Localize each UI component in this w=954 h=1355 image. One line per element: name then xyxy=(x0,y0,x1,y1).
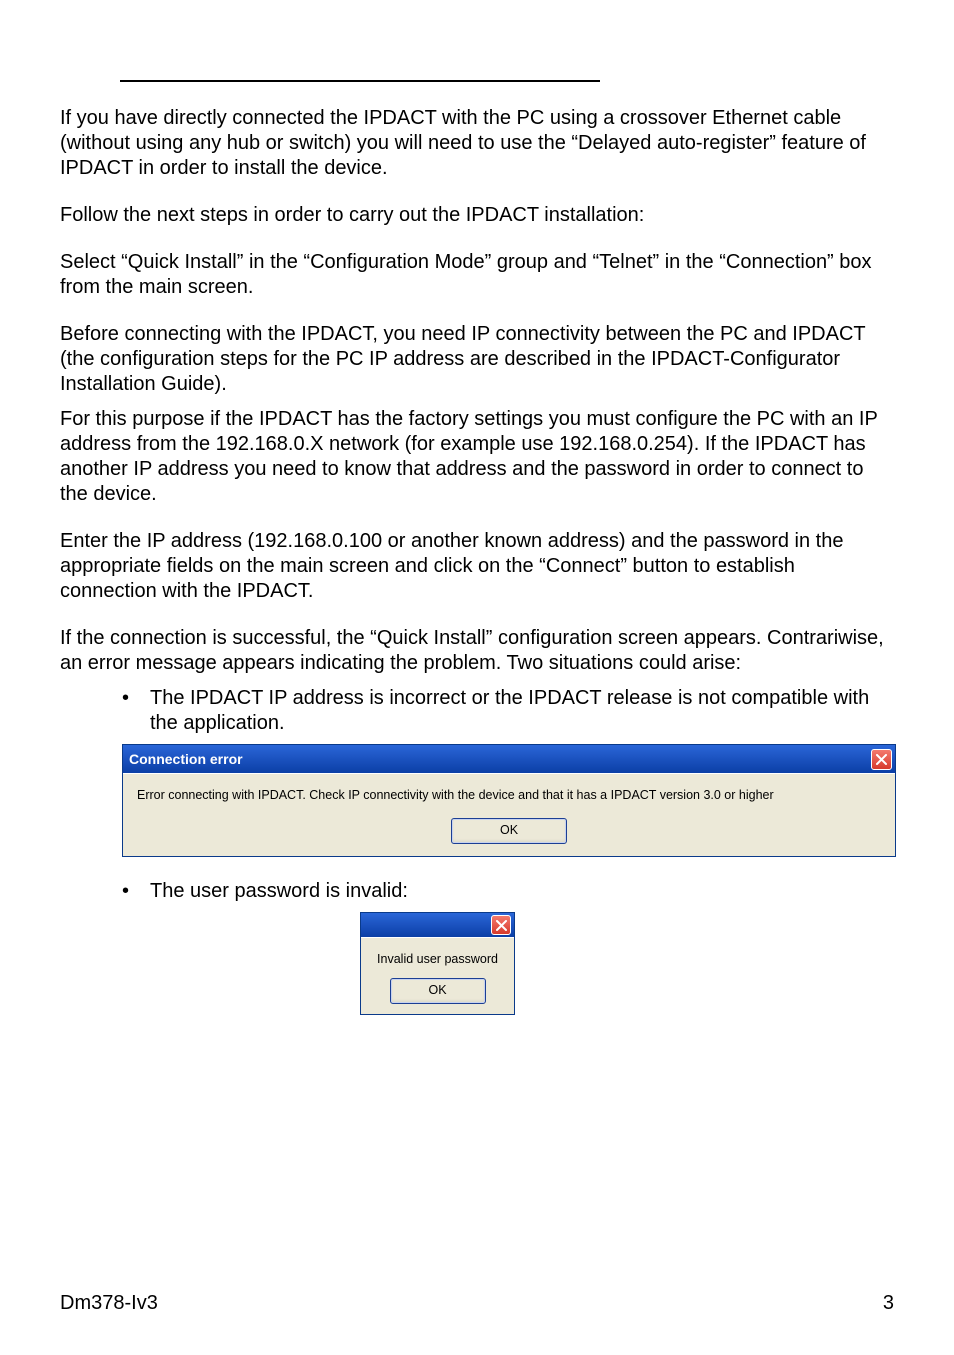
connection-error-dialog: Connection error Error connecting with I… xyxy=(122,744,896,857)
list-item: The IPDACT IP address is incorrect or th… xyxy=(122,686,894,736)
dialog-titlebar xyxy=(361,913,514,937)
dialog-titlebar: Connection error xyxy=(123,745,895,773)
page-footer: Dm378-Iv3 3 xyxy=(60,1292,894,1315)
doc-id: Dm378-Iv3 xyxy=(60,1292,158,1315)
paragraph: If you have directly connected the IPDAC… xyxy=(60,106,894,181)
dialog-body: Error connecting with IPDACT. Check IP c… xyxy=(123,773,895,856)
page-number: 3 xyxy=(883,1292,894,1315)
close-icon xyxy=(496,920,507,931)
invalid-password-dialog: Invalid user password OK xyxy=(360,912,515,1015)
paragraph: For this purpose if the IPDACT has the f… xyxy=(60,407,894,507)
close-button[interactable] xyxy=(491,915,511,935)
paragraph: Enter the IP address (192.168.0.100 or a… xyxy=(60,529,894,604)
close-button[interactable] xyxy=(871,749,892,770)
close-icon xyxy=(876,754,887,765)
paragraph: If the connection is successful, the “Qu… xyxy=(60,626,894,676)
paragraph: Select “Quick Install” in the “Configura… xyxy=(60,250,894,300)
dialog-message: Invalid user password xyxy=(371,952,504,978)
paragraph: Before connecting with the IPDACT, you n… xyxy=(60,322,894,397)
paragraph: Follow the next steps in order to carry … xyxy=(60,203,894,228)
dialog-message: Error connecting with IPDACT. Check IP c… xyxy=(133,788,885,818)
ok-button[interactable]: OK xyxy=(451,818,567,844)
dialog-title: Connection error xyxy=(129,751,243,767)
ok-button[interactable]: OK xyxy=(390,978,486,1004)
dialog-body: Invalid user password OK xyxy=(361,937,514,1014)
list-item: The user password is invalid: xyxy=(122,879,894,904)
horizontal-rule xyxy=(120,80,600,82)
